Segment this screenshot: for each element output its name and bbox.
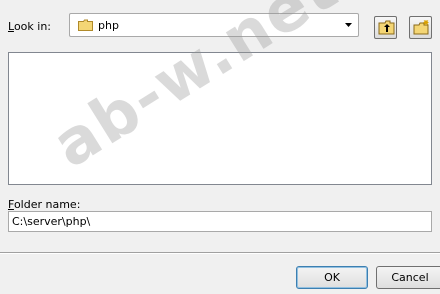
look-in-value: php <box>98 19 119 32</box>
look-in-label: Look in: <box>8 20 51 33</box>
new-folder-button[interactable] <box>409 16 432 39</box>
up-folder-button[interactable] <box>374 16 397 39</box>
cancel-button[interactable]: Cancel <box>376 266 440 289</box>
separator <box>0 252 440 254</box>
look-in-dropdown[interactable]: php <box>69 13 359 37</box>
folder-list[interactable] <box>8 52 432 185</box>
folder-icon <box>78 19 93 31</box>
folder-name-field[interactable]: C:\server\php\ <box>8 211 432 232</box>
chevron-down-icon[interactable] <box>343 20 354 30</box>
ok-button[interactable]: OK <box>296 266 368 289</box>
new-folder-icon <box>413 20 429 35</box>
folder-name-label: Folder name: <box>8 198 81 211</box>
up-folder-icon <box>378 20 395 35</box>
